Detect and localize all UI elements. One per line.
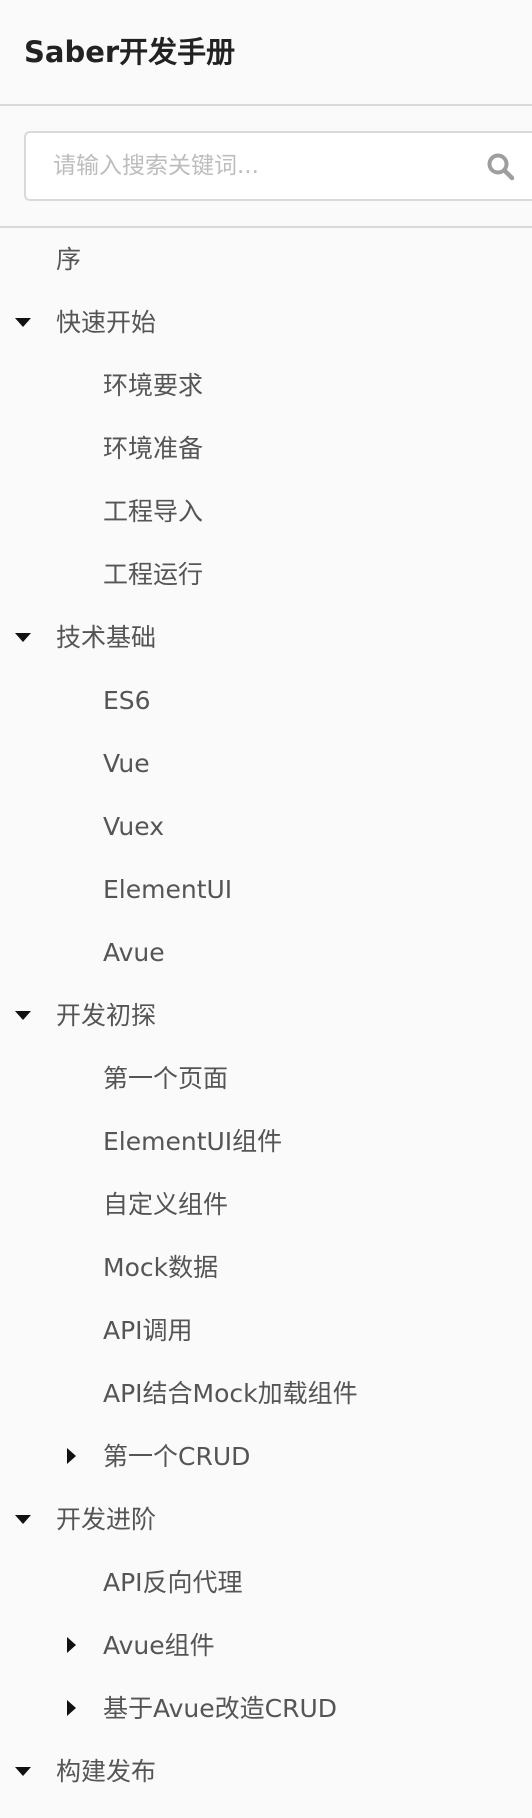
nav-item[interactable]: API调用 — [0, 1299, 532, 1362]
caret-down-icon[interactable] — [15, 1011, 31, 1020]
nav-section[interactable]: 技术基础 — [0, 606, 532, 669]
nav-item-label: 构建发布 — [56, 1757, 157, 1786]
caret-right-icon[interactable] — [67, 1448, 76, 1464]
nav-item[interactable]: 工程运行 — [0, 543, 532, 606]
nav-item-label: 第一个CRUD — [103, 1442, 251, 1471]
nav-section[interactable]: 序 — [0, 228, 532, 291]
nav-section[interactable]: 开发进阶 — [0, 1488, 532, 1551]
nav-item-label: Vue — [103, 749, 150, 778]
nav-item-label: Vuex — [103, 812, 164, 841]
nav-item[interactable]: Avue — [0, 921, 532, 984]
nav-item-label: Avue — [103, 938, 165, 967]
caret-right-icon[interactable] — [67, 1700, 76, 1716]
search-section — [0, 106, 532, 228]
nav-section[interactable]: 开发初探 — [0, 984, 532, 1047]
sidebar: Saber开发手册 序快速开始环境要求环境准备工程导入工程运行技术基础 ES6 Vu… — [0, 0, 532, 1818]
nav-item-label: 序 — [56, 245, 82, 274]
nav-item-label: Avue组件 — [103, 1631, 215, 1660]
nav-item-label: API调用 — [103, 1316, 193, 1345]
nav-item[interactable]: 自定义组件 — [0, 1173, 532, 1236]
nav-item[interactable]: ElementUI — [0, 858, 532, 921]
nav-item[interactable]: 环境准备 — [0, 417, 532, 480]
nav-item-label: 环境准备 — [103, 434, 204, 463]
nav-item[interactable]: Vue — [0, 732, 532, 795]
app-title[interactable]: Saber开发手册 — [24, 32, 235, 72]
search-box[interactable] — [24, 131, 532, 201]
nav-item[interactable]: 第一个CRUD — [0, 1425, 532, 1488]
nav-item-label: 基于Avue改造CRUD — [103, 1694, 338, 1723]
nav-item[interactable]: 工程导入 — [0, 480, 532, 543]
nav-item[interactable]: API反向代理 — [0, 1551, 532, 1614]
sidebar-header: Saber开发手册 — [0, 0, 532, 106]
nav-item-label: 快速开始 — [56, 308, 157, 337]
search-input[interactable] — [26, 133, 466, 199]
caret-down-icon[interactable] — [15, 633, 31, 642]
nav-item-label: ES6 — [103, 686, 151, 715]
nav-item-label: 开发初探 — [56, 1001, 157, 1030]
nav-item[interactable]: ES6 — [0, 669, 532, 732]
nav-item[interactable]: 第一个页面 — [0, 1047, 532, 1110]
nav-section[interactable]: 快速开始 — [0, 291, 532, 354]
nav-item-label: ElementUI组件 — [103, 1127, 283, 1156]
search-icon[interactable] — [486, 152, 516, 182]
nav-item[interactable]: Mock数据 — [0, 1236, 532, 1299]
caret-down-icon[interactable] — [15, 318, 31, 327]
nav-item-label: 自定义组件 — [103, 1190, 229, 1219]
nav-item-label: 技术基础 — [56, 623, 157, 652]
nav-item-label: 第一个页面 — [103, 1064, 229, 1093]
nav-item-label: API结合Mock加载组件 — [103, 1379, 358, 1408]
nav-section[interactable]: 构建发布 — [0, 1740, 532, 1803]
caret-down-icon[interactable] — [15, 1767, 31, 1776]
nav-item-label: 环境要求 — [103, 371, 204, 400]
nav-item[interactable]: 基于Avue改造CRUD — [0, 1677, 532, 1740]
nav-item-label: ElementUI — [103, 875, 233, 904]
nav-item-label: API反向代理 — [103, 1568, 243, 1597]
nav-item[interactable]: ElementUI组件 — [0, 1110, 532, 1173]
nav-tree: 序快速开始环境要求环境准备工程导入工程运行技术基础 ES6 Vue Vuex Eleme… — [0, 228, 532, 1803]
nav-item-label: 开发进阶 — [56, 1505, 157, 1534]
nav-item[interactable]: Avue组件 — [0, 1614, 532, 1677]
nav-item[interactable]: 环境要求 — [0, 354, 532, 417]
nav-item-label: 工程运行 — [103, 560, 204, 589]
caret-down-icon[interactable] — [15, 1515, 31, 1524]
nav-item-label: 工程导入 — [103, 497, 204, 526]
nav-item[interactable]: Vuex — [0, 795, 532, 858]
caret-right-icon[interactable] — [67, 1637, 76, 1653]
nav-item-label: Mock数据 — [103, 1253, 219, 1282]
nav-item[interactable]: API结合Mock加载组件 — [0, 1362, 532, 1425]
